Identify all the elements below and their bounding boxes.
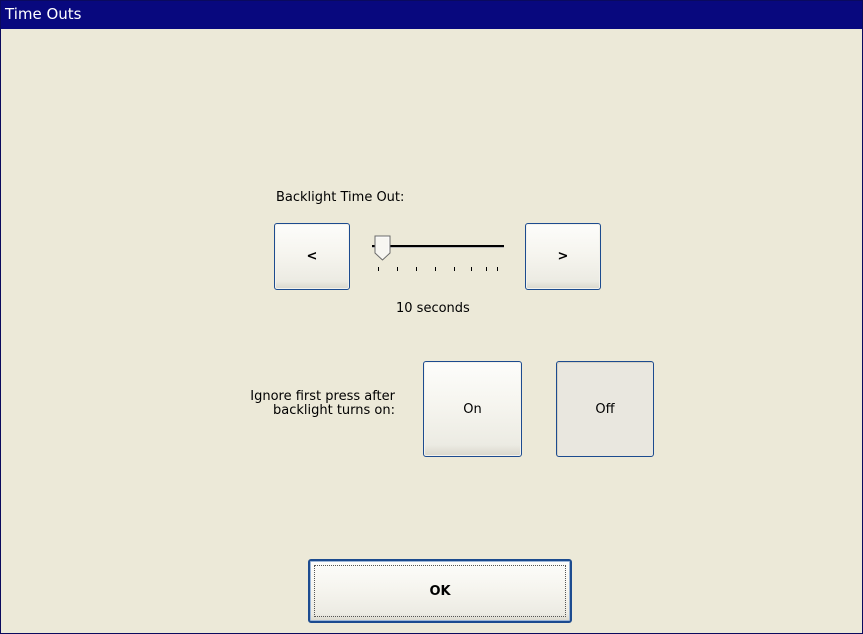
ok-button-label: OK <box>429 583 451 599</box>
backlight-timeout-label: Backlight Time Out: <box>276 190 405 205</box>
slider-tick <box>435 267 436 271</box>
decrease-button-label: < <box>306 249 318 264</box>
slider-tick <box>454 267 455 271</box>
slider-tick <box>471 267 472 271</box>
slider-thumb[interactable] <box>373 235 392 261</box>
slider-tick <box>416 267 417 271</box>
ignore-press-on-button[interactable]: On <box>423 361 522 457</box>
window-title: Time Outs <box>5 5 82 23</box>
on-button-label: On <box>463 401 482 417</box>
increase-button-label: > <box>557 249 569 264</box>
ignore-first-press-label-line1: Ignore first press after <box>250 389 395 404</box>
ignore-press-off-button[interactable]: Off <box>556 361 654 457</box>
ok-button[interactable]: OK <box>308 559 572 623</box>
time-outs-window: Time Outs Backlight Time Out: < > 10 sec… <box>0 0 863 634</box>
slider-tick <box>378 267 379 271</box>
off-button-label: Off <box>595 401 615 417</box>
decrease-button[interactable]: < <box>274 223 350 290</box>
slider-tick <box>497 267 498 271</box>
slider-tick <box>397 267 398 271</box>
slider-tick <box>486 267 487 271</box>
increase-button[interactable]: > <box>525 223 601 290</box>
backlight-timeout-slider[interactable] <box>367 231 507 277</box>
ignore-first-press-label: Ignore first press after backlight turns… <box>181 390 395 418</box>
backlight-timeout-value: 10 seconds <box>396 301 470 316</box>
title-bar: Time Outs <box>1 1 862 29</box>
ignore-first-press-label-line2: backlight turns on: <box>272 403 395 418</box>
